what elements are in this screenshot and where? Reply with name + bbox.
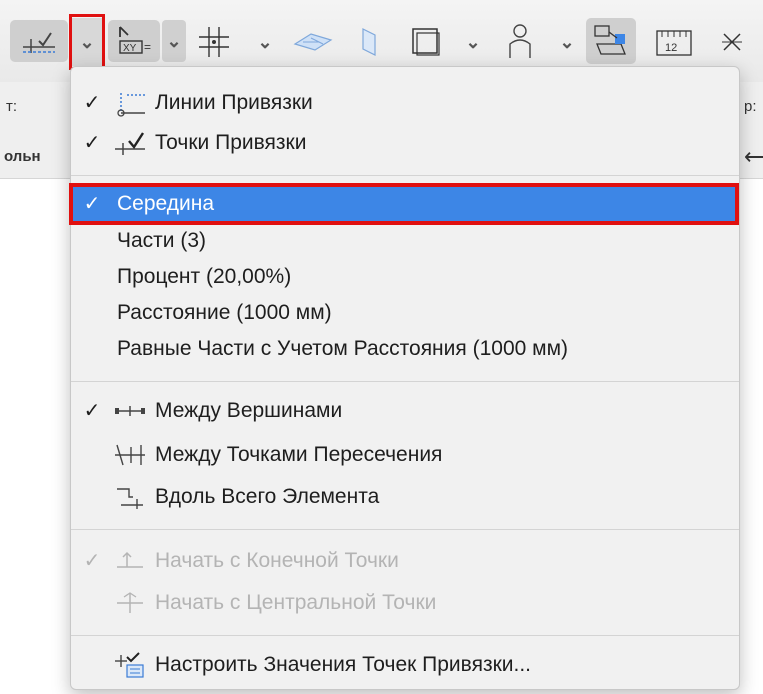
ruler-icon: 12: [656, 30, 692, 56]
svg-text:=: =: [144, 40, 151, 54]
menu-separator: [71, 175, 739, 176]
menu-item-label: Равные Части с Учетом Расстояния (1000 м…: [117, 337, 569, 360]
box-frame-button[interactable]: [406, 22, 446, 62]
start-center-icon: [117, 592, 143, 613]
menu-separator: [71, 381, 739, 382]
person-icon: [509, 24, 531, 58]
teamwork-button[interactable]: [586, 18, 636, 64]
menu-separator: [71, 635, 739, 636]
chevron-down-icon: ⌄: [465, 31, 481, 52]
grid-snap-button[interactable]: [194, 22, 234, 62]
menu-item-snap-points[interactable]: ✓ Точки Привязки: [71, 125, 739, 161]
menu-item-start-endpoint: ✓ Начать с Конечной Точки: [71, 543, 739, 579]
svg-text:XY: XY: [123, 43, 137, 54]
menu-item-along-element[interactable]: Вдоль Всего Элемента: [71, 479, 739, 515]
along-element-icon: [117, 488, 143, 509]
coordinates-button[interactable]: XY =: [108, 20, 160, 62]
coordinates-dropdown[interactable]: ⌄: [162, 20, 186, 62]
menu-item-label: Между Вершинами: [155, 399, 343, 422]
info-right-label: р:: [744, 98, 757, 115]
surface-icon: [362, 28, 376, 56]
menu-item-equal-parts[interactable]: Равные Части с Учетом Расстояния (1000 м…: [71, 331, 739, 367]
snap-guide-lines-icon: [23, 32, 55, 53]
menu-item-label: Расстояние (1000 мм): [117, 301, 332, 324]
menu-item-parts[interactable]: Части (3): [71, 223, 739, 259]
grid-dropdown[interactable]: ⌄: [254, 22, 276, 62]
cross-icon: [722, 33, 742, 51]
menu-item-label: Вдоль Всего Элемента: [155, 485, 380, 508]
menu-item-snap-lines[interactable]: ✓ Линии Привязки: [71, 85, 739, 121]
info-left-label: т:: [6, 98, 18, 115]
person-dropdown[interactable]: ⌄: [556, 22, 578, 62]
chevron-down-icon: ⌄: [559, 31, 575, 52]
cross-button[interactable]: [712, 24, 752, 60]
menu-item-start-center: Начать с Центральной Точки: [71, 585, 739, 621]
menu-separator: [71, 529, 739, 530]
resize-icon: ⟷: [744, 144, 763, 169]
between-intersections-icon: [115, 444, 145, 466]
chevron-down-icon: ⌄: [166, 30, 182, 51]
chevron-down-icon: ⌄: [257, 31, 273, 52]
surface-button[interactable]: [352, 22, 386, 62]
between-vertices-icon: [115, 406, 145, 416]
menu-item-label: Настроить Значения Точек Привязки...: [155, 653, 531, 676]
menu-item-snap-settings[interactable]: Настроить Значения Точек Привязки...: [71, 647, 739, 683]
highlight-frame: [69, 183, 739, 225]
svg-text:12: 12: [665, 42, 677, 54]
menu-item-between-intersections[interactable]: Между Точками Пересечения: [71, 437, 739, 473]
start-endpoint-icon: [117, 551, 143, 568]
menu-item-label: Точки Привязки: [155, 131, 307, 154]
menu-item-label: Начать с Конечной Точки: [155, 549, 399, 572]
menu-item-distance[interactable]: Расстояние (1000 мм): [71, 295, 739, 331]
person-button[interactable]: [500, 20, 540, 64]
snap-points-icon: [115, 132, 145, 155]
plane-button[interactable]: [290, 24, 336, 60]
info-left-text: ольн: [4, 148, 41, 165]
menu-item-between-vertices[interactable]: ✓ Между Вершинами: [71, 393, 739, 429]
checkmark-icon: ✓: [83, 92, 101, 114]
highlight-frame: [69, 14, 105, 70]
frame-dropdown[interactable]: ⌄: [462, 22, 484, 62]
grid-snap-icon: [199, 27, 229, 57]
coordinates-xy-icon: XY =: [119, 26, 151, 54]
checkmark-icon: ✓: [83, 132, 101, 154]
menu-item-percent[interactable]: Процент (20,00%): [71, 259, 739, 295]
menu-item-label: Между Точками Пересечения: [155, 443, 443, 466]
menu-item-label: Процент (20,00%): [117, 265, 292, 288]
snap-menu: ✓ Линии Привязки ✓ Точки Привязки ✓ Сере…: [69, 66, 740, 690]
teamwork-icon: [594, 25, 626, 55]
menu-item-midpoint[interactable]: ✓ Середина: [69, 183, 739, 225]
plane-icon: [293, 33, 333, 51]
checkmark-icon: ✓: [83, 400, 101, 422]
ruler-button[interactable]: 12: [652, 22, 696, 62]
menu-item-label: Части (3): [117, 229, 207, 252]
snap-guide-lines-button[interactable]: [10, 20, 68, 62]
snap-settings-icon: [115, 652, 144, 678]
snap-lines-icon: [117, 93, 145, 117]
menu-item-label: Линии Привязки: [155, 91, 313, 114]
checkmark-icon: ✓: [83, 550, 101, 572]
box-frame-icon: [412, 28, 440, 56]
menu-item-label: Начать с Центральной Точки: [155, 591, 437, 614]
